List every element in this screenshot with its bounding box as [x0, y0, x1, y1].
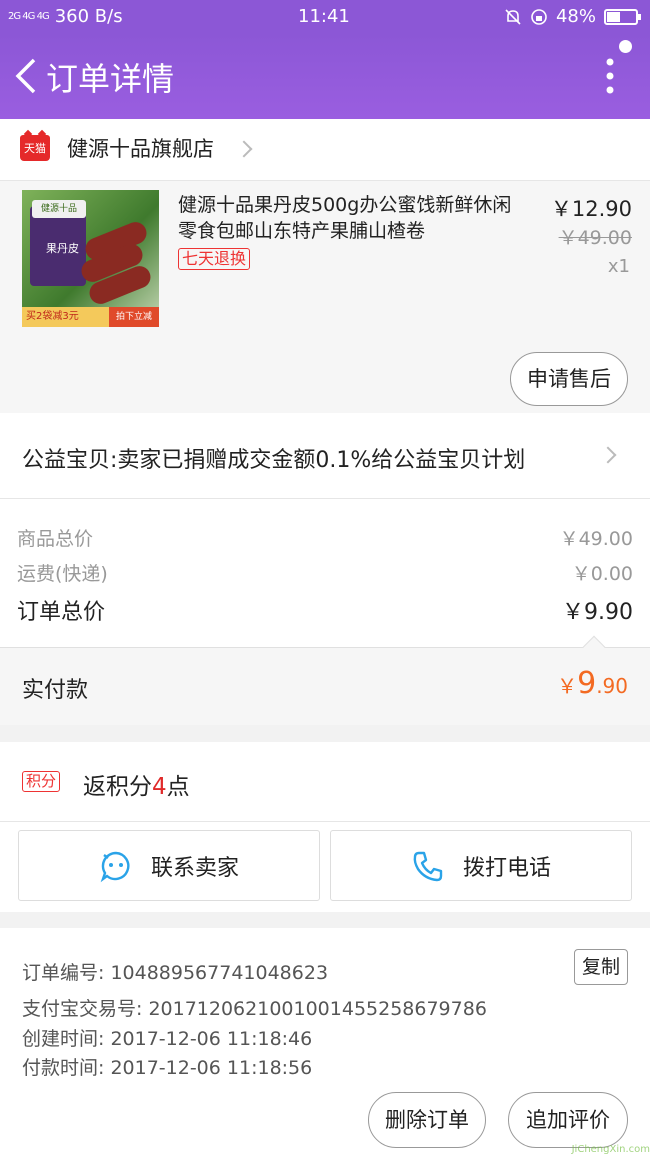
points-badge: 积分: [22, 771, 61, 792]
shipping-label: 运费(快递): [17, 563, 108, 585]
order-total-label: 订单总价: [17, 600, 106, 625]
amount-decimal: .90: [596, 674, 628, 698]
alipay-trade-number: 支付宝交易号: 2017120621001001455258679786: [22, 998, 487, 1020]
shipping-value: ￥0.00: [571, 563, 633, 585]
order-info: 订单编号: 104889567741048623 复制 支付宝交易号: 2017…: [0, 928, 650, 1080]
points-suffix: 点: [166, 774, 190, 800]
phone-icon: [413, 851, 443, 881]
shop-name[interactable]: 健源十品旗舰店: [67, 133, 214, 163]
watermark: JiChengXin.com: [571, 1144, 650, 1155]
product-image[interactable]: 健源十品 果丹皮 买2袋减3元 拍下立减: [22, 190, 159, 327]
package-name: 果丹皮: [46, 242, 79, 255]
add-review-button[interactable]: 追加评价: [508, 1092, 628, 1148]
more-menu-icon[interactable]: [606, 58, 614, 94]
goods-total-label: 商品总价: [17, 528, 94, 550]
rotation-lock-icon: [531, 8, 547, 25]
promo-right: 拍下立减: [109, 307, 159, 327]
actual-payment-amount: ￥9.90: [557, 666, 628, 701]
actual-payment-row: 实付款 ￥9.90: [0, 647, 650, 725]
chevron-right-icon: [599, 446, 617, 464]
return-policy-badge: 七天退换: [178, 248, 251, 270]
price-summary: 商品总价 ￥49.00 运费(快递) ￥0.00 订单总价 ￥9.90: [0, 499, 650, 647]
points-text: 返积分4点: [83, 767, 190, 801]
tmall-icon: 天猫: [20, 135, 50, 161]
currency-symbol: ￥: [557, 674, 578, 698]
shop-row[interactable]: 天猫 健源十品旗舰店: [0, 119, 650, 181]
order-number: 订单编号: 104889567741048623: [22, 962, 329, 984]
call-phone-label: 拨打电话: [462, 855, 551, 881]
payment-time: 付款时间: 2017-12-06 11:18:56: [22, 1057, 313, 1079]
chevron-right-icon: [235, 140, 253, 158]
bottom-action-bar: 删除订单 追加评价 JiChengXin.com: [0, 1080, 650, 1155]
page-title: 订单详情: [46, 60, 175, 98]
product-title[interactable]: 健源十品果丹皮500g办公蜜饯新鲜休闲零食包邮山东特产果脯山楂卷: [178, 192, 518, 244]
product-price: ￥12.90: [550, 197, 632, 221]
charity-text: 公益宝贝:卖家已捐赠成交金额0.1%给公益宝贝计划: [22, 448, 526, 473]
points-count: 4: [152, 774, 167, 800]
status-right: 48%: [504, 6, 641, 27]
back-arrow-icon[interactable]: [12, 56, 40, 96]
after-sale-button[interactable]: 申请售后: [510, 352, 628, 406]
contact-seller-button[interactable]: 联系卖家: [18, 830, 320, 901]
chat-bubble-icon: [100, 851, 130, 882]
promo-left: 买2袋减3元: [26, 311, 79, 322]
clock: 11:41: [298, 6, 350, 27]
contact-seller-label: 联系卖家: [150, 855, 239, 881]
mute-icon: [505, 8, 521, 25]
created-time: 创建时间: 2017-12-06 11:18:46: [22, 1028, 313, 1050]
network-speed: 360 B/s: [54, 6, 123, 27]
brand-label: 健源十品: [32, 200, 86, 218]
original-price: ￥49.00: [558, 227, 632, 249]
app-header: 订单详情: [0, 34, 650, 119]
actual-payment-label: 实付款: [22, 678, 89, 703]
notification-dot: [619, 40, 632, 53]
copy-button[interactable]: 复制: [574, 949, 628, 985]
shipping-row: 运费(快递) ￥0.00: [17, 559, 633, 586]
product-quantity: x1: [607, 256, 630, 277]
status-left: 2G 4G 4G 360 B/s: [8, 6, 123, 27]
battery-icon: [604, 8, 641, 25]
goods-total-value: ￥49.00: [559, 528, 633, 550]
order-total-value: ￥9.90: [562, 600, 633, 625]
contact-actions: 联系卖家 拨打电话: [0, 822, 650, 912]
order-total-row: 订单总价 ￥9.90: [17, 594, 633, 626]
signal-indicator: 2G 4G 4G: [8, 10, 50, 22]
points-row: 积分 返积分4点: [0, 742, 650, 822]
points-prefix: 返积分: [83, 774, 152, 800]
goods-total-row: 商品总价 ￥49.00: [17, 524, 633, 551]
battery-percent: 48%: [555, 6, 596, 27]
status-bar: 2G 4G 4G 360 B/s 11:41 48%: [0, 0, 650, 34]
amount-integer: 9: [577, 666, 597, 701]
promo-banner: 买2袋减3元 拍下立减: [22, 307, 159, 327]
delete-order-button[interactable]: 删除订单: [368, 1092, 486, 1148]
charity-row[interactable]: 公益宝贝:卖家已捐赠成交金额0.1%给公益宝贝计划: [0, 413, 650, 499]
call-phone-button[interactable]: 拨打电话: [330, 830, 632, 901]
product-item[interactable]: 健源十品 果丹皮 买2袋减3元 拍下立减 健源十品果丹皮500g办公蜜饯新鲜休闲…: [0, 181, 650, 413]
